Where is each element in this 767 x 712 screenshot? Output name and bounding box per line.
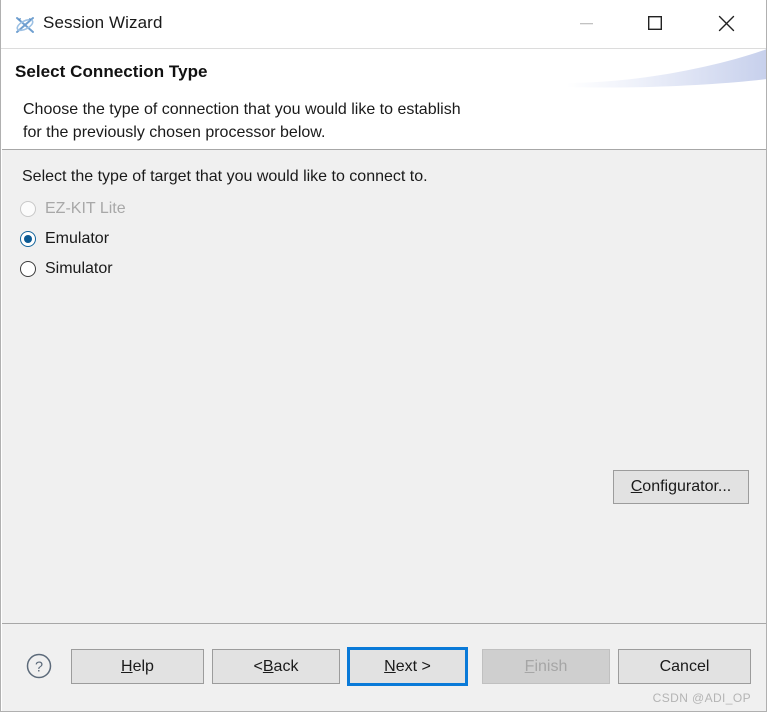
page-description-line-1: Choose the type of connection that you w… [23, 101, 461, 118]
cancel-button[interactable]: Cancel [618, 649, 751, 684]
radio-option-simulator[interactable]: Simulator [20, 257, 113, 281]
radio-option-emulator[interactable]: Emulator [20, 227, 109, 251]
wizard-content: Select the type of target that you would… [2, 150, 766, 623]
help-mnemonic: H [121, 657, 133, 675]
finish-button: Finish [482, 649, 610, 684]
close-icon [718, 15, 735, 32]
header-swoosh-decoration [567, 49, 766, 93]
radio-indicator [20, 201, 36, 217]
next-label: ext > [395, 657, 431, 675]
wizard-footer: ? Help < Back Next > Finish Cancel CSDN … [2, 624, 766, 711]
radio-label: Emulator [45, 230, 110, 247]
configurator-label: onfigurator... [642, 478, 732, 495]
radio-option-ez-kit-lite[interactable]: EZ-KIT Lite [20, 197, 126, 221]
wizard-header: Select Connection Type Choose the type o… [2, 49, 766, 149]
svg-text:?: ? [35, 660, 43, 676]
back-mnemonic: B [262, 657, 274, 675]
configurator-button[interactable]: Configurator... [613, 470, 749, 504]
cancel-label: Cancel [659, 657, 710, 675]
next-mnemonic: N [384, 657, 396, 675]
title-bar: Session Wizard [1, 0, 766, 49]
maximize-button[interactable] [623, 0, 687, 46]
crossed-arrows-icon [14, 14, 36, 36]
target-type-prompt: Select the type of target that you would… [22, 168, 428, 185]
finish-label: inish [534, 657, 568, 675]
page-description-line-2: for the previously chosen processor belo… [23, 124, 326, 141]
question-mark-icon[interactable]: ? [26, 653, 52, 679]
radio-indicator-selected [20, 231, 36, 247]
minimize-icon [579, 18, 593, 29]
maximize-icon [648, 16, 662, 30]
page-description: Choose the type of connection that you w… [23, 98, 663, 144]
finish-mnemonic: F [524, 657, 535, 675]
radio-label: EZ-KIT Lite [45, 200, 126, 217]
minimize-button[interactable] [554, 0, 618, 46]
configurator-mnemonic: C [630, 478, 643, 495]
back-prefix: < [253, 657, 263, 675]
help-button[interactable]: Help [71, 649, 204, 684]
back-label: ack [273, 657, 299, 675]
session-wizard-dialog: Session Wizard Select Connection Type Ch… [0, 0, 767, 712]
close-button[interactable] [694, 0, 758, 46]
radio-indicator [20, 261, 36, 277]
back-button[interactable]: < Back [212, 649, 340, 684]
help-label: elp [132, 657, 154, 675]
radio-label: Simulator [45, 260, 113, 277]
watermark: CSDN @ADI_OP [652, 691, 751, 705]
window-title: Session Wizard [43, 13, 163, 32]
next-button[interactable]: Next > [347, 647, 468, 686]
page-title: Select Connection Type [15, 62, 208, 81]
